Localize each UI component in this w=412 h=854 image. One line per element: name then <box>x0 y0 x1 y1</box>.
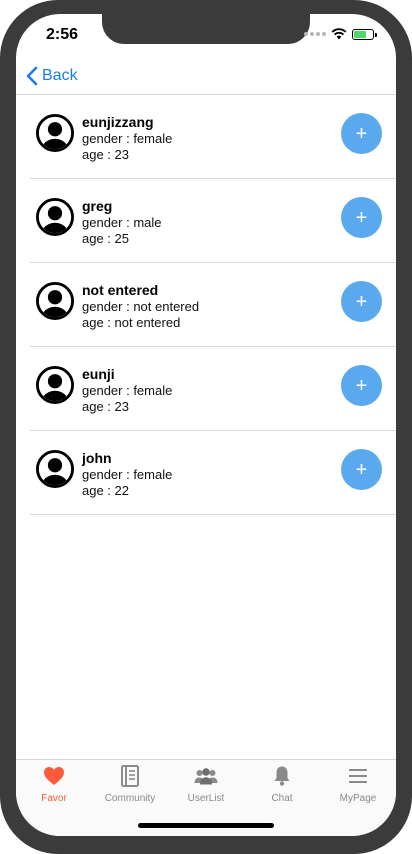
tab-label: Chat <box>271 793 293 804</box>
tab-community[interactable]: Community <box>92 764 168 804</box>
tab-label: Favor <box>41 793 67 804</box>
tab-label: MyPage <box>339 793 377 804</box>
avatar-icon <box>36 282 74 320</box>
tab-userlist[interactable]: UserList <box>168 764 244 804</box>
user-age: age : 25 <box>82 231 129 246</box>
tab-label: Community <box>104 793 156 804</box>
user-name: john <box>82 450 112 466</box>
battery-icon <box>352 28 377 40</box>
list-item: greg gender : male age : 25 + <box>30 179 396 263</box>
bell-icon <box>274 766 290 786</box>
add-button[interactable]: + <box>341 113 382 154</box>
back-button[interactable]: Back <box>26 66 78 86</box>
user-age: age : not entered <box>82 315 181 330</box>
user-age: age : 22 <box>82 483 129 498</box>
list-item: eunji gender : female age : 23 + <box>30 347 396 431</box>
user-gender: gender : female <box>82 131 173 146</box>
signal-icon <box>304 32 326 36</box>
tab-favor[interactable]: Favor <box>16 764 92 804</box>
users-icon <box>194 768 218 785</box>
avatar-icon <box>36 198 74 236</box>
user-gender: gender : female <box>82 467 173 482</box>
user-gender: gender : male <box>82 215 162 230</box>
list-item: john gender : female age : 22 + <box>30 431 396 515</box>
user-name: eunjizzang <box>82 114 154 130</box>
user-gender: gender : female <box>82 383 173 398</box>
add-button[interactable]: + <box>341 449 382 490</box>
book-icon <box>121 765 139 787</box>
add-button[interactable]: + <box>341 365 382 406</box>
avatar-icon <box>36 366 74 404</box>
wifi-icon <box>331 28 347 40</box>
notch <box>102 14 310 44</box>
user-name: greg <box>82 198 113 214</box>
list-item: eunjizzang gender : female age : 23 + <box>30 95 396 179</box>
status-icons <box>304 28 377 40</box>
menu-icon <box>349 769 367 783</box>
chevron-left-icon <box>26 66 38 86</box>
user-list: eunjizzang gender : female age : 23 + gr… <box>30 95 396 515</box>
avatar-icon <box>36 114 74 152</box>
tab-chat[interactable]: Chat <box>244 764 320 804</box>
list-item: not entered gender : not entered age : n… <box>30 263 396 347</box>
status-time: 2:56 <box>46 26 79 43</box>
heart-icon <box>44 767 64 785</box>
user-name: not entered <box>82 282 159 298</box>
add-button[interactable]: + <box>341 281 382 322</box>
home-indicator[interactable] <box>138 823 274 828</box>
screen: 2:56 Back eunjizzang gender: female age… <box>16 14 396 836</box>
avatar-icon <box>36 450 74 488</box>
add-button[interactable]: + <box>341 197 382 238</box>
user-age: age : 23 <box>82 147 129 162</box>
user-name: eunji <box>82 366 115 382</box>
navigation-bar: Back <box>16 60 396 95</box>
user-age: age : 23 <box>82 399 129 414</box>
user-gender: gender : not entered <box>82 299 200 314</box>
tab-label: UserList <box>187 793 225 804</box>
back-label: Back <box>42 67 78 84</box>
device-frame: 2:56 Back eunjizzang gender: female age… <box>0 0 412 854</box>
tab-mypage[interactable]: MyPage <box>320 764 396 804</box>
